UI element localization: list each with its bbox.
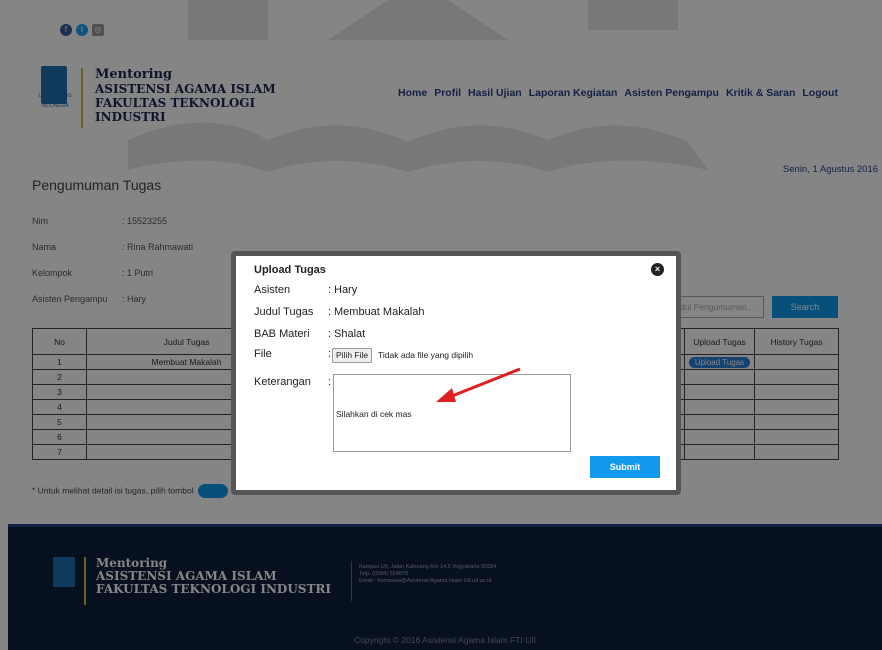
red-arrow-annotation [436, 367, 521, 402]
